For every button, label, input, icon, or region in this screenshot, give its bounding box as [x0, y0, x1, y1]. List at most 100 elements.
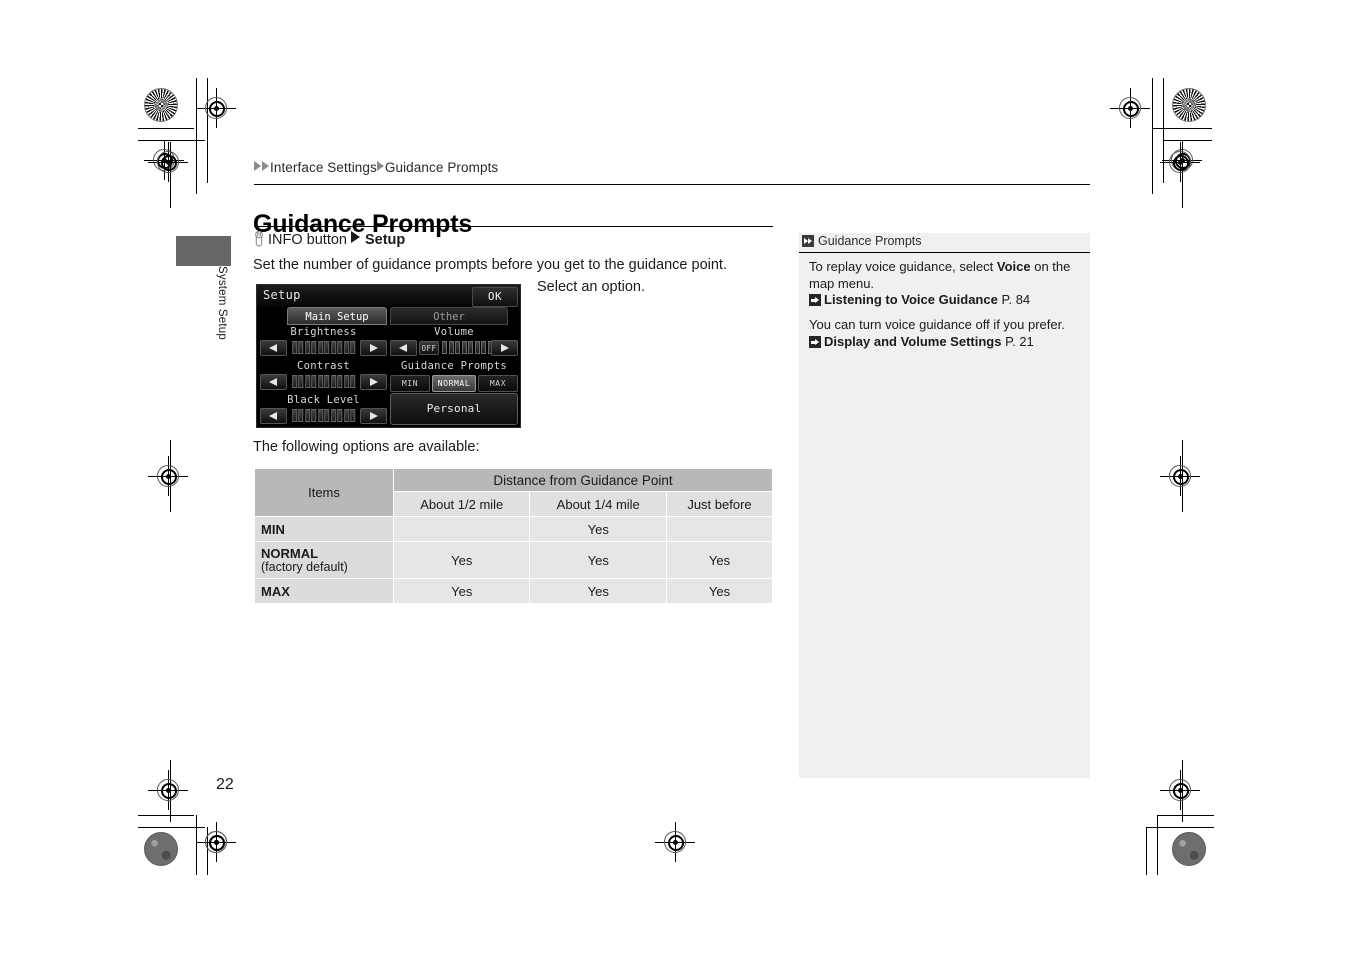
nav-control-guidance-prompts: Guidance Prompts MIN NORMAL MAX	[390, 359, 518, 393]
nav-guidance-option-normal[interactable]: NORMAL	[432, 375, 476, 392]
table-header-distance-group: Distance from Guidance Point	[393, 468, 773, 492]
nav-contrast-level-bars	[291, 375, 356, 388]
table-cell: Yes	[392, 541, 531, 579]
table-cell: Yes	[392, 578, 531, 604]
nav-tab-main-setup[interactable]: Main Setup	[287, 307, 387, 325]
path-arrow-icon	[350, 231, 360, 243]
crop-line	[138, 827, 205, 828]
crop-line	[138, 128, 194, 129]
table-row-label-max: MAX	[254, 578, 394, 604]
nav-brightness-level-bars	[291, 341, 356, 354]
double-chevron-icon	[802, 235, 814, 247]
nav-body: Brightness Contrast Black Level Volume O…	[257, 325, 520, 427]
nav-screen-title: Setup	[263, 288, 301, 302]
table-row: MIN Yes	[254, 516, 774, 542]
nav-guidance-option-min[interactable]: MIN	[390, 375, 430, 392]
breadcrumb: Interface Settings Guidance Prompts	[254, 160, 498, 175]
breadcrumb-arrow-icon	[262, 161, 269, 171]
guidance-options-table: Items Distance from Guidance Point About…	[254, 468, 774, 604]
table-cell: Yes	[529, 516, 667, 542]
nav-brightness-decrease-button[interactable]	[260, 340, 287, 356]
table-cell: Yes	[529, 578, 667, 604]
table-row-label-normal-sub: (factory default)	[261, 560, 348, 574]
table-cell: Yes	[665, 541, 774, 579]
nav-control-contrast: Contrast	[260, 359, 387, 393]
reference-arrow-icon	[809, 294, 821, 306]
table-cell: Yes	[665, 578, 774, 604]
side-note-reference-1[interactable]: Listening to Voice Guidance P. 84	[809, 292, 1079, 309]
nav-control-brightness: Brightness	[260, 325, 387, 359]
nav-left-column: Brightness Contrast Black Level	[260, 325, 387, 427]
breadcrumb-arrow-icon	[376, 161, 384, 171]
table-subheader-quarter-mile: About 1/4 mile	[529, 491, 667, 517]
nav-black-level-increase-button[interactable]	[360, 408, 387, 424]
reference-arrow-icon	[809, 336, 821, 348]
registration-mark-icon	[1110, 88, 1150, 128]
section-tab-marker	[176, 236, 231, 266]
side-note-title: Guidance Prompts	[818, 234, 922, 248]
section-tab-label: System Setup	[216, 266, 228, 340]
breadcrumb-arrow-icon	[254, 161, 261, 171]
table-row: NORMAL (factory default) Yes Yes Yes	[254, 541, 774, 579]
nav-label-contrast: Contrast	[297, 360, 350, 372]
registration-mark-icon	[148, 456, 188, 496]
star-target-icon	[144, 88, 178, 122]
nav-black-level-decrease-button[interactable]	[260, 408, 287, 424]
registration-mark-icon	[1160, 142, 1200, 182]
nav-label-volume: Volume	[434, 326, 474, 338]
registration-mark-icon	[196, 88, 236, 128]
registration-mark-icon	[196, 822, 236, 862]
table-cell	[665, 516, 774, 542]
crop-line	[1146, 827, 1147, 875]
nav-titlebar: Setup OK	[257, 285, 520, 307]
registration-mark-icon	[1160, 456, 1200, 496]
section-tab-label-wrap: System Setup	[176, 266, 231, 376]
nav-guidance-option-max[interactable]: MAX	[478, 375, 518, 392]
breadcrumb-item-guidance-prompts: Guidance Prompts	[384, 160, 499, 175]
navigation-path: INFO button Setup	[253, 230, 405, 251]
nav-right-column: Volume OFF Guidance Prompts MIN NORMAL M…	[390, 325, 518, 425]
nav-personal-information-button[interactable]: Personal Information	[390, 393, 518, 425]
following-options-text: The following options are available:	[253, 439, 480, 455]
crop-line	[138, 815, 194, 816]
dot-target-icon	[144, 832, 178, 866]
side-note-header: Guidance Prompts	[799, 233, 1090, 253]
nav-guidance-prompts-segments: MIN NORMAL MAX	[390, 375, 518, 392]
nav-tab-other[interactable]: Other	[390, 307, 508, 325]
crop-line	[196, 78, 197, 79]
nav-contrast-increase-button[interactable]	[360, 374, 387, 390]
table-row: MAX Yes Yes Yes	[254, 578, 774, 604]
intro-text: Set the number of guidance prompts befor…	[253, 257, 727, 273]
nav-contrast-decrease-button[interactable]	[260, 374, 287, 390]
note-ref2-text: Display and Volume Settings	[824, 334, 1002, 349]
knob-button-icon	[253, 230, 265, 251]
table-header-row-1: Items Distance from Guidance Point	[254, 468, 773, 517]
nav-brightness-increase-button[interactable]	[360, 340, 387, 356]
table-subheader-half-mile: About 1/2 mile	[392, 491, 531, 517]
nav-label-brightness: Brightness	[290, 326, 357, 338]
nav-black-level-bars	[291, 409, 356, 422]
callout-select-an-option: Select an option.	[537, 279, 646, 295]
table-header-items: Items	[254, 468, 394, 517]
note-para1-before: To replay voice guidance, select	[809, 259, 997, 274]
header-divider	[254, 184, 1090, 185]
nav-label-black-level: Black Level	[287, 394, 360, 406]
nav-volume-increase-button[interactable]	[491, 340, 518, 356]
table-row-label-normal-main: NORMAL	[261, 546, 319, 561]
nav-ok-button[interactable]: OK	[472, 287, 518, 307]
table-row-label-min: MIN	[254, 516, 394, 542]
nav-volume-decrease-button[interactable]	[390, 340, 417, 356]
breadcrumb-item-interface-settings: Interface Settings	[270, 160, 377, 175]
nav-label-guidance-prompts: Guidance Prompts	[401, 360, 507, 372]
crop-line	[1152, 128, 1212, 129]
side-note-title-wrap: Guidance Prompts	[802, 234, 922, 248]
crop-line	[1158, 815, 1214, 816]
table-cell	[392, 516, 531, 542]
registration-mark-icon	[148, 142, 188, 182]
page-number: 22	[216, 776, 234, 793]
nav-volume-off-chip[interactable]: OFF	[419, 341, 439, 355]
side-note-paragraph-2: You can turn voice guidance off if you p…	[809, 317, 1065, 332]
side-note-reference-2[interactable]: Display and Volume Settings P. 21	[809, 334, 1079, 351]
navigation-setup-screenshot: Setup OK Main Setup Other Brightness Con…	[256, 284, 521, 428]
table-cell: Yes	[529, 541, 667, 579]
